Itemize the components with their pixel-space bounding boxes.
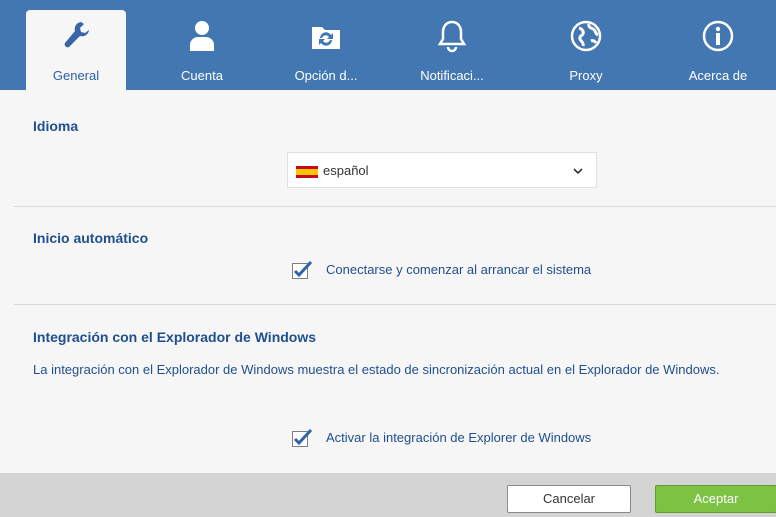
- explorer-description: La integración con el Explorador de Wind…: [33, 362, 720, 377]
- language-select[interactable]: español: [287, 152, 597, 188]
- tab-label: Opción d...: [294, 68, 358, 83]
- tab-bar: General Cuenta Opción d... Notificaci...: [0, 0, 776, 90]
- tab-proxy[interactable]: Proxy: [536, 10, 636, 90]
- divider: [14, 304, 776, 305]
- cancel-button[interactable]: Cancelar: [507, 485, 631, 513]
- autostart-checkbox[interactable]: [292, 260, 312, 280]
- language-select-value: español: [323, 163, 369, 178]
- explorer-checkbox[interactable]: [292, 428, 312, 448]
- user-icon: [152, 18, 252, 54]
- explorer-section-title: Integración con el Explorador de Windows: [33, 329, 317, 345]
- tab-general[interactable]: General: [26, 10, 126, 90]
- tab-label: Acerca de: [688, 68, 748, 83]
- wrench-icon: [26, 18, 126, 54]
- tab-acerca-de[interactable]: Acerca de: [668, 10, 768, 90]
- autostart-checkbox-label: Conectarse y comenzar al arrancar el sis…: [326, 262, 592, 277]
- tab-notificaciones[interactable]: Notificaci...: [402, 10, 502, 90]
- autostart-section-title: Inicio automático: [33, 230, 149, 246]
- chevron-down-icon: [573, 168, 583, 175]
- tab-label: Cuenta: [181, 68, 223, 83]
- tab-label: General: [52, 68, 100, 83]
- info-icon: [668, 18, 768, 54]
- divider: [14, 206, 776, 207]
- ok-button[interactable]: Aceptar: [655, 485, 776, 513]
- explorer-checkbox-label: Activar la integración de Explorer de Wi…: [326, 430, 592, 445]
- tab-label: Notificaci...: [420, 68, 484, 83]
- language-section-title: Idioma: [33, 118, 79, 134]
- tab-label: Proxy: [569, 68, 603, 83]
- spain-flag-icon: [296, 166, 318, 178]
- sync-folder-icon: [276, 18, 376, 54]
- bell-icon: [402, 18, 502, 54]
- tab-opcion[interactable]: Opción d...: [276, 10, 376, 90]
- globe-icon: [536, 18, 636, 54]
- tab-cuenta[interactable]: Cuenta: [152, 10, 252, 90]
